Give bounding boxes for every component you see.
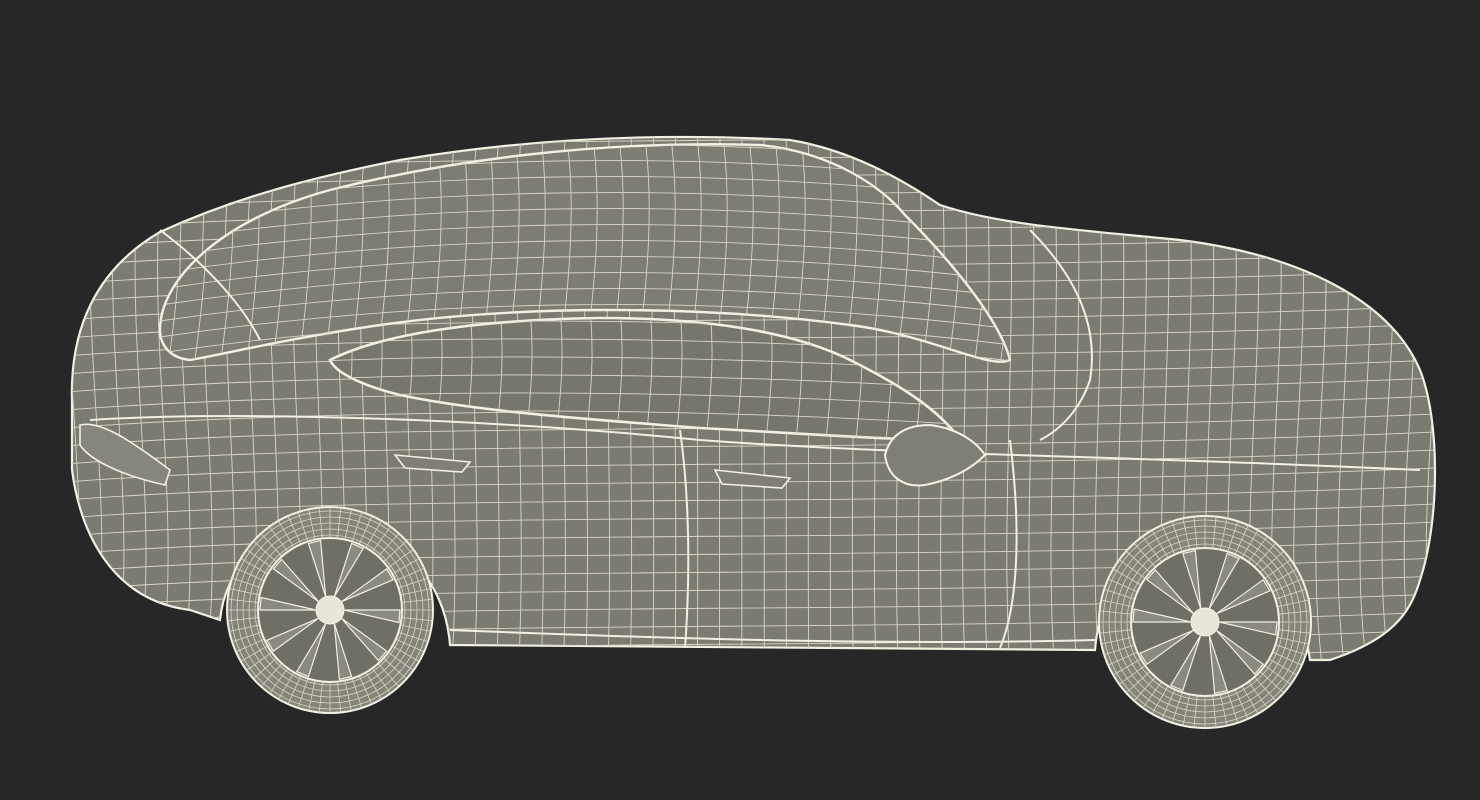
wheel-rear: [226, 506, 434, 714]
car-wireframe-model: [70, 135, 1437, 729]
wheel-front: [1098, 515, 1312, 729]
viewport-canvas[interactable]: [0, 0, 1480, 800]
